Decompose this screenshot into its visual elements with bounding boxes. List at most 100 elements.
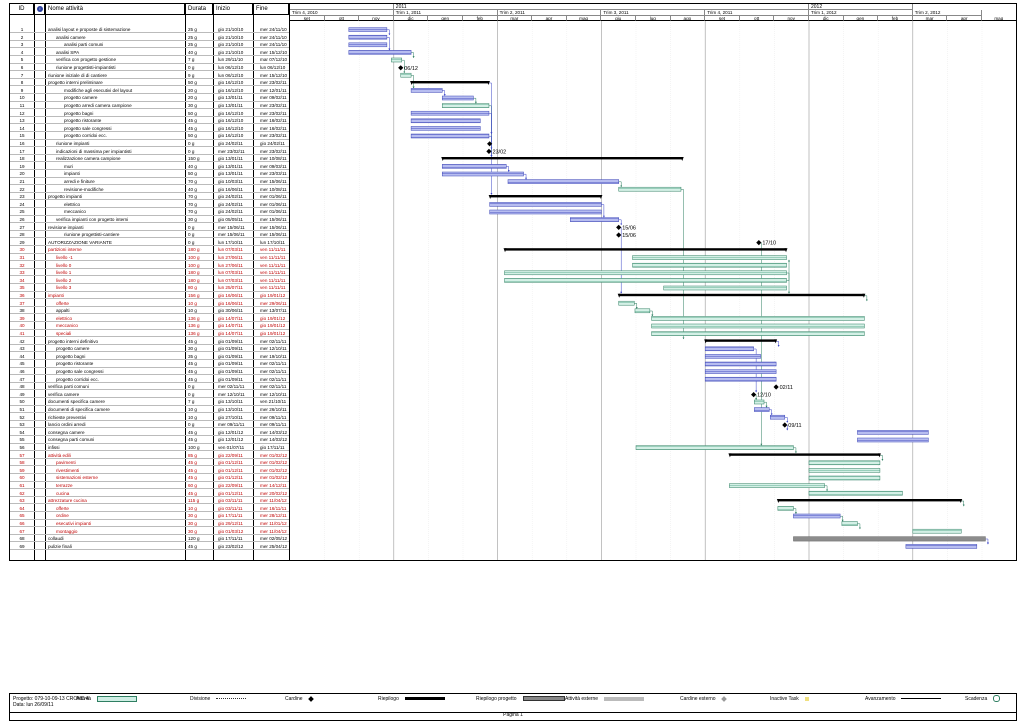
- task-bar-22[interactable]: [618, 186, 682, 192]
- table-row[interactable]: 69 pulizie finali 45 g gio 23/02/12 mer 25/0…: [10, 543, 289, 551]
- task-bar-45[interactable]: [704, 361, 777, 367]
- task-bar-38[interactable]: [634, 308, 651, 314]
- task-bar-12[interactable]: [410, 110, 490, 116]
- task-bar-57[interactable]: [728, 453, 881, 458]
- table-row[interactable]: 62 cucina 45 g gio 01/12/11 mer 20/02/12: [10, 490, 289, 497]
- table-row[interactable]: 5 verifica con progetto gestione 7 g lun 29…: [10, 56, 289, 64]
- task-bar-10[interactable]: [441, 95, 474, 101]
- task-bar-42[interactable]: [704, 339, 778, 344]
- table-row[interactable]: 53 lancio ordini arredi 0 g mer 09/11/11 mer…: [10, 421, 289, 429]
- task-bar-60[interactable]: [808, 475, 881, 481]
- task-bar-64[interactable]: [777, 506, 794, 511]
- task-bar-31[interactable]: [632, 255, 787, 260]
- task-bar-63[interactable]: [776, 499, 963, 503]
- task-bar-28[interactable]: 15/06: [616, 232, 636, 239]
- table-row[interactable]: 23 progetto impianti 70 g gio 24/02/11 mer 0…: [10, 193, 289, 201]
- table-row[interactable]: 50 documenti specifica camere 7 g gio 13/10…: [10, 398, 289, 406]
- table-row[interactable]: 8 progetto interni preliminare 50 g gio 16/…: [10, 79, 289, 87]
- table-row[interactable]: 40 meccanico 136 g gio 14/07/11 gio 19/01/12: [10, 322, 289, 330]
- table-row[interactable]: 37 offerte 10 g gio 16/06/11 mer 29/06/11: [10, 300, 289, 307]
- task-bar-14[interactable]: [410, 126, 481, 131]
- table-row[interactable]: 59 rivestimenti 45 g gio 01/12/11 mer 01/02/…: [10, 467, 289, 475]
- task-bar-17[interactable]: 23/02: [486, 148, 506, 156]
- table-row[interactable]: 9 modifiche agli esecutivi del layout 20 g…: [10, 87, 289, 95]
- table-row[interactable]: 36 impianti 156 g gio 16/06/11 gio 19/01/12: [10, 292, 289, 300]
- table-row[interactable]: 32 livello 0 100 g lun 27/06/11 ven 11/11/11: [10, 262, 289, 269]
- table-row[interactable]: 41 speciali 136 g gio 14/07/11 gio 19/01/12: [10, 330, 289, 338]
- table-row[interactable]: 56 infissi 100 g ven 01/07/11 gio 17/11/11: [10, 444, 289, 452]
- task-bar-37[interactable]: [618, 300, 635, 306]
- table-row[interactable]: 26 verifica impianti con progetto interni…: [10, 216, 289, 224]
- table-row[interactable]: 30 partizioni interne 180 g lun 07/03/11 ven…: [10, 246, 289, 254]
- task-bar-46[interactable]: [704, 369, 777, 374]
- task-bar-49[interactable]: 12/10: [751, 392, 771, 399]
- table-row[interactable]: 11 progetto arredi camera campione 30 g gio…: [10, 102, 289, 110]
- table-row[interactable]: 25 meccanico 70 g gio 24/02/11 mer 01/06/11: [10, 208, 289, 216]
- task-bar-58[interactable]: [808, 460, 881, 466]
- task-bar-41[interactable]: [651, 331, 865, 336]
- table-row[interactable]: 12 progetto bagni 50 g gio 16/12/10 mer 23/0…: [10, 110, 289, 117]
- table-row[interactable]: 52 richieste preventivi 10 g gio 27/10/11 me…: [10, 414, 289, 421]
- task-bar-65[interactable]: [793, 513, 841, 519]
- table-row[interactable]: 46 progetto sale congressi 45 g gio 01/09/1…: [10, 368, 289, 376]
- col-header-id[interactable]: ID: [10, 4, 34, 15]
- task-bar-62[interactable]: [808, 490, 903, 496]
- task-bar-20[interactable]: [441, 171, 524, 177]
- table-row[interactable]: 29 AUTORIZZAZIONE VARIANTE 0 g lun 17/10/11…: [10, 239, 289, 247]
- task-bar-11[interactable]: [441, 103, 490, 108]
- task-bar-53[interactable]: 09/11: [782, 422, 802, 429]
- table-row[interactable]: 1 analisi layout e proposte di sistemazio…: [10, 26, 289, 34]
- table-row[interactable]: 33 livello 1 180 g lun 07/03/11 ven 11/11/11: [10, 269, 289, 277]
- task-bar-9[interactable]: [410, 88, 443, 93]
- task-bar-4[interactable]: [348, 50, 412, 55]
- task-bar-7[interactable]: [400, 72, 412, 78]
- table-row[interactable]: 39 elettrico 136 g gio 14/07/11 gio 19/01/12: [10, 315, 289, 323]
- task-bar-5[interactable]: [391, 57, 403, 63]
- task-bar-35[interactable]: [663, 285, 787, 291]
- task-bar-69[interactable]: [905, 544, 978, 549]
- task-bar-34[interactable]: [504, 278, 787, 283]
- task-bar-24[interactable]: [489, 202, 602, 207]
- task-bar-15[interactable]: [410, 133, 490, 139]
- table-row[interactable]: 64 offerte 10 g gio 03/11/11 mer 16/11/11: [10, 505, 289, 513]
- task-bar-47[interactable]: [704, 376, 777, 382]
- col-header-indicators[interactable]: i: [34, 4, 45, 15]
- table-row[interactable]: 51 documenti di specifica camere 10 g gio 1…: [10, 406, 289, 414]
- task-bar-67[interactable]: [912, 528, 962, 534]
- table-row[interactable]: 18 realizzazione camera campione 150 g gio …: [10, 155, 289, 163]
- task-bar-52[interactable]: [769, 414, 786, 420]
- table-row[interactable]: 20 impianti 50 g gio 13/01/11 mer 23/03/11: [10, 170, 289, 178]
- task-bar-61[interactable]: [729, 483, 825, 488]
- col-header-duration[interactable]: Durata: [185, 4, 213, 15]
- table-row[interactable]: 65 ordine 30 g gio 17/11/11 mer 28/12/11: [10, 512, 289, 520]
- table-row[interactable]: 58 pavimenti 45 g gio 01/12/11 mer 01/02/12: [10, 459, 289, 467]
- table-row[interactable]: 63 attrezzature cucina 115 g gio 03/11/11 me…: [10, 497, 289, 505]
- task-bar-25[interactable]: [489, 209, 602, 215]
- task-bar-50[interactable]: [754, 399, 765, 405]
- table-row[interactable]: 7 riunione iniziale di di cantiere 9 g lun …: [10, 72, 289, 79]
- task-bar-40[interactable]: [651, 323, 865, 329]
- table-row[interactable]: 68 collaudi 120 g gio 17/11/11 mer 02/05/12: [10, 535, 289, 543]
- table-row[interactable]: 49 verifica camere 0 g mer 12/10/11 mer 12/1…: [10, 391, 289, 399]
- table-row[interactable]: 43 progetto camere 30 g gio 01/09/11 mer 12/…: [10, 345, 289, 353]
- table-row[interactable]: 4 analisi SPA 40 g gio 21/10/10 mer 15/12/10: [10, 49, 289, 57]
- task-bar-2[interactable]: [348, 34, 388, 40]
- table-row[interactable]: 24 elettrico 70 g gio 24/02/11 mer 01/06/11: [10, 201, 289, 209]
- table-row[interactable]: 2 analisi camere 25 g gio 21/10/10 mer 24/11…: [10, 34, 289, 41]
- task-bar-43[interactable]: [704, 346, 754, 352]
- task-bar-32[interactable]: [632, 262, 787, 268]
- table-row[interactable]: 67 montaggio 30 g gio 01/03/12 mer 11/04/12: [10, 528, 289, 535]
- table-row[interactable]: 19 muri 40 g gio 13/01/11 mer 09/03/11: [10, 163, 289, 171]
- table-row[interactable]: 45 progetto ristorante 45 g gio 01/09/11 mer…: [10, 360, 289, 368]
- table-row[interactable]: 10 progetto camere 20 g gio 13/01/11 mer 09/…: [10, 94, 289, 102]
- task-bar-59[interactable]: [808, 468, 881, 473]
- task-bar-44[interactable]: [704, 354, 761, 359]
- task-bar-3[interactable]: [348, 42, 388, 48]
- table-row[interactable]: 61 terrazze 60 g gio 22/09/11 mer 14/12/11: [10, 482, 289, 490]
- task-bar-48[interactable]: 02/11: [773, 384, 793, 391]
- table-row[interactable]: 14 progetto sale congressi 45 g gio 16/12/1…: [10, 125, 289, 133]
- table-row[interactable]: 66 esecutivi impianti 30 g gio 29/12/11 mer …: [10, 520, 289, 528]
- table-row[interactable]: 55 consegna parti comuni 45 g gio 12/01/12 m…: [10, 436, 289, 444]
- task-bar-66[interactable]: [841, 521, 858, 526]
- table-row[interactable]: 27 revisione impianti 0 g mer 15/06/11 mer 1…: [10, 224, 289, 231]
